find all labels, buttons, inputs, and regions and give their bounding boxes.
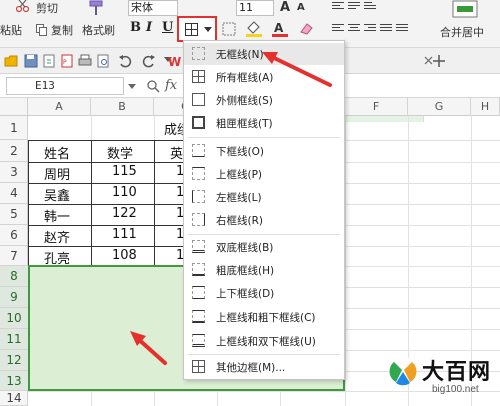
annotation-arrows: [130, 52, 332, 365]
arrow-to-no-border-icon: [262, 52, 332, 87]
watermark-title: 大百网: [422, 360, 492, 385]
watermark-url: big100.net: [432, 384, 479, 395]
big100-logo-icon: [388, 356, 417, 386]
watermark: 大百网 big100.net: [388, 352, 500, 406]
arrow-to-selected-range-icon: [130, 331, 167, 365]
